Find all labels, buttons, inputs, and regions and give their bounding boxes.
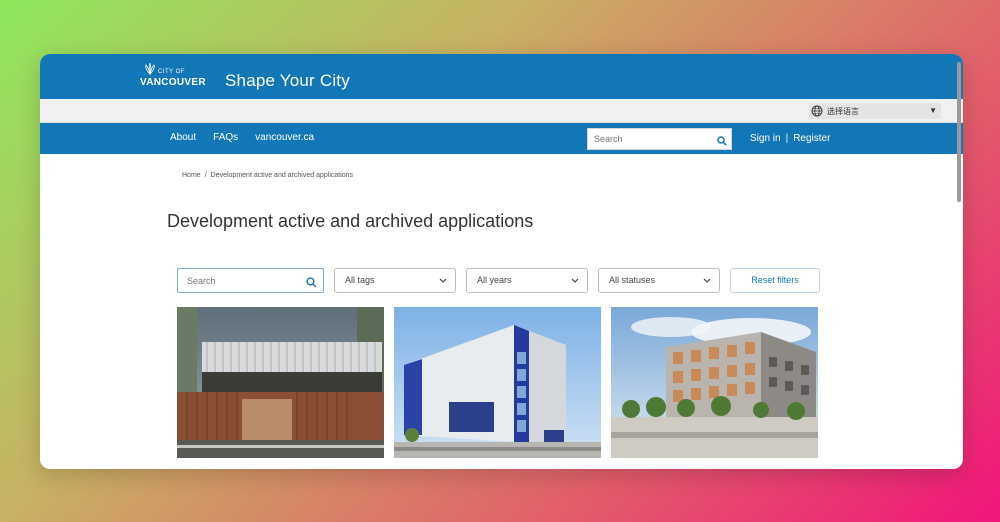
application-card[interactable] <box>611 307 818 469</box>
logo-vancouver-text: VANCOUVER <box>140 77 206 88</box>
filter-search-box <box>177 268 324 293</box>
tags-filter-select[interactable]: All tags <box>334 268 456 293</box>
statuses-filter-value: All statuses <box>609 275 656 285</box>
application-image <box>177 307 384 458</box>
nav-links: About FAQs vancouver.ca <box>170 132 314 143</box>
breadcrumb-separator: / <box>204 172 207 179</box>
nav-link-vancouver[interactable]: vancouver.ca <box>255 132 314 143</box>
breadcrumb: Home / Development active and archived a… <box>182 172 353 179</box>
nav-link-about[interactable]: About <box>170 132 196 143</box>
register-link[interactable]: Register <box>793 133 830 144</box>
filter-search-input[interactable] <box>178 269 298 292</box>
language-bar: 选择语言 ▼ <box>40 99 963 123</box>
application-cards <box>177 307 818 469</box>
main-nav: About FAQs vancouver.ca Sign in | Regist… <box>40 123 963 154</box>
city-logo[interactable]: CITY OF VANCOUVER <box>140 63 216 91</box>
chevron-down-icon <box>571 269 579 301</box>
site-title[interactable]: Shape Your City <box>225 71 350 91</box>
sign-in-link[interactable]: Sign in <box>750 133 781 144</box>
application-card[interactable] <box>394 307 601 469</box>
reset-filters-button[interactable]: Reset filters <box>730 268 820 293</box>
language-label: 选择语言 <box>827 106 859 116</box>
application-image <box>611 307 818 458</box>
page-title: Development active and archived applicat… <box>167 211 534 231</box>
site-header: CITY OF VANCOUVER Shape Your City <box>40 54 963 99</box>
tags-filter-value: All tags <box>345 275 375 285</box>
chevron-down-icon <box>439 269 447 301</box>
scrollbar-thumb[interactable] <box>957 62 961 202</box>
search-icon[interactable] <box>717 133 727 151</box>
breadcrumb-current: Development active and archived applicat… <box>210 172 354 179</box>
flower-icon <box>145 63 155 75</box>
nav-search-box <box>587 128 732 150</box>
breadcrumb-home[interactable]: Home <box>182 172 201 179</box>
browser-window: CITY OF VANCOUVER Shape Your City 选择语言 ▼… <box>40 54 963 469</box>
nav-search-input[interactable] <box>588 129 708 149</box>
years-filter-value: All years <box>477 275 512 285</box>
application-image <box>394 307 601 458</box>
auth-separator: | <box>785 133 789 144</box>
nav-link-faqs[interactable]: FAQs <box>213 132 238 143</box>
search-icon[interactable] <box>306 275 317 293</box>
filter-bar: All tags All years All statuses Reset fi… <box>177 268 820 293</box>
years-filter-select[interactable]: All years <box>466 268 588 293</box>
language-caret-icon: ▼ <box>929 106 937 115</box>
page-scrollbar[interactable] <box>955 60 963 460</box>
globe-icon <box>811 105 823 117</box>
auth-links: Sign in | Register <box>750 133 830 144</box>
chevron-down-icon <box>703 269 711 301</box>
application-card[interactable] <box>177 307 384 469</box>
statuses-filter-select[interactable]: All statuses <box>598 268 720 293</box>
language-select[interactable]: 选择语言 ▼ <box>809 103 941 119</box>
logo-city-text: CITY OF <box>158 69 186 75</box>
